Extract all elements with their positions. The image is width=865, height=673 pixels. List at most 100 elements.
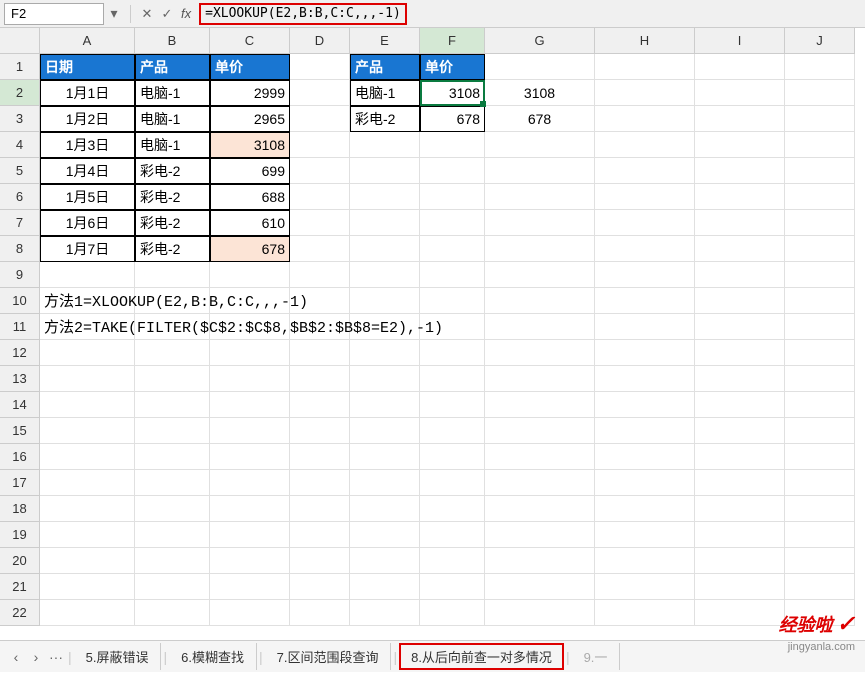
cell-A13[interactable] [40,366,135,392]
cell-D1[interactable] [290,54,350,80]
cell-J8[interactable] [785,236,855,262]
cell-C7[interactable]: 610 [210,210,290,236]
cell-D16[interactable] [290,444,350,470]
cell-B2[interactable]: 电脑-1 [135,80,210,106]
cell-E18[interactable] [350,496,420,522]
cell-J6[interactable] [785,184,855,210]
cell-B3[interactable]: 电脑-1 [135,106,210,132]
cell-E15[interactable] [350,418,420,444]
cell-A18[interactable] [40,496,135,522]
col-header-D[interactable]: D [290,28,350,54]
cell-H11[interactable] [595,314,695,340]
cell-H5[interactable] [595,158,695,184]
cell-A2[interactable]: 1月1日 [40,80,135,106]
cell-I13[interactable] [695,366,785,392]
cell-J9[interactable] [785,262,855,288]
name-box[interactable]: F2 [4,3,104,25]
sheet-tab-8-active[interactable]: 8.从后向前查一对多情况 [399,643,564,670]
col-header-F[interactable]: F [420,28,485,54]
cell-I5[interactable] [695,158,785,184]
cell-H13[interactable] [595,366,695,392]
cell-J7[interactable] [785,210,855,236]
row-header-7[interactable]: 7 [0,210,40,236]
cell-D9[interactable] [290,262,350,288]
row-header-2[interactable]: 2 [0,80,40,106]
cell-A7[interactable]: 1月6日 [40,210,135,236]
col-header-B[interactable]: B [135,28,210,54]
cell-A11[interactable]: 方法2=TAKE(FILTER($C$2:$C$8,$B$2:$B$8=E2),… [40,314,135,340]
cell-A14[interactable] [40,392,135,418]
cell-D20[interactable] [290,548,350,574]
cell-F15[interactable] [420,418,485,444]
cell-G4[interactable] [485,132,595,158]
cell-I1[interactable] [695,54,785,80]
cell-I21[interactable] [695,574,785,600]
cell-G18[interactable] [485,496,595,522]
cell-J11[interactable] [785,314,855,340]
cell-B20[interactable] [135,548,210,574]
cell-A8[interactable]: 1月7日 [40,236,135,262]
cell-D13[interactable] [290,366,350,392]
row-header-14[interactable]: 14 [0,392,40,418]
cell-F7[interactable] [420,210,485,236]
cell-C5[interactable]: 699 [210,158,290,184]
confirm-icon[interactable]: ✓ [157,6,177,22]
row-header-21[interactable]: 21 [0,574,40,600]
cell-F8[interactable] [420,236,485,262]
cell-C19[interactable] [210,522,290,548]
row-header-6[interactable]: 6 [0,184,40,210]
cell-B9[interactable] [135,262,210,288]
cell-D3[interactable] [290,106,350,132]
cell-C21[interactable] [210,574,290,600]
cell-E14[interactable] [350,392,420,418]
cell-G2[interactable]: 3108 [485,80,595,106]
tab-nav-prev-icon[interactable]: ‹ [6,649,26,665]
cell-D5[interactable] [290,158,350,184]
cell-E4[interactable] [350,132,420,158]
cell-J2[interactable] [785,80,855,106]
cell-F22[interactable] [420,600,485,626]
cell-F3[interactable]: 678 [420,106,485,132]
cell-C16[interactable] [210,444,290,470]
cell-I2[interactable] [695,80,785,106]
cell-H4[interactable] [595,132,695,158]
cell-J18[interactable] [785,496,855,522]
sheet-tab-9[interactable]: 9.一 [572,643,621,670]
cell-E3[interactable]: 彩电-2 [350,106,420,132]
cell-I8[interactable] [695,236,785,262]
cell-D12[interactable] [290,340,350,366]
cell-B12[interactable] [135,340,210,366]
cell-C2[interactable]: 2999 [210,80,290,106]
col-header-A[interactable]: A [40,28,135,54]
cell-E19[interactable] [350,522,420,548]
cell-H2[interactable] [595,80,695,106]
cell-I18[interactable] [695,496,785,522]
cell-I12[interactable] [695,340,785,366]
cell-J10[interactable] [785,288,855,314]
cells-area[interactable]: 日期 产品 单价 产品 单价 1月1日 电脑-1 2999 [40,54,865,640]
cell-C13[interactable] [210,366,290,392]
cell-D15[interactable] [290,418,350,444]
cell-F4[interactable] [420,132,485,158]
row-header-4[interactable]: 4 [0,132,40,158]
cell-I20[interactable] [695,548,785,574]
cell-H10[interactable] [595,288,695,314]
cell-I15[interactable] [695,418,785,444]
cell-C15[interactable] [210,418,290,444]
cell-H1[interactable] [595,54,695,80]
cell-I16[interactable] [695,444,785,470]
cell-E10[interactable] [350,288,420,314]
cell-F20[interactable] [420,548,485,574]
cell-J13[interactable] [785,366,855,392]
cell-J21[interactable] [785,574,855,600]
cell-B13[interactable] [135,366,210,392]
cell-G21[interactable] [485,574,595,600]
cell-I3[interactable] [695,106,785,132]
cell-G8[interactable] [485,236,595,262]
sheet-tab-5[interactable]: 5.屏蔽错误 [74,643,162,670]
cell-H8[interactable] [595,236,695,262]
col-header-E[interactable]: E [350,28,420,54]
cell-C22[interactable] [210,600,290,626]
cell-F21[interactable] [420,574,485,600]
cell-A21[interactable] [40,574,135,600]
